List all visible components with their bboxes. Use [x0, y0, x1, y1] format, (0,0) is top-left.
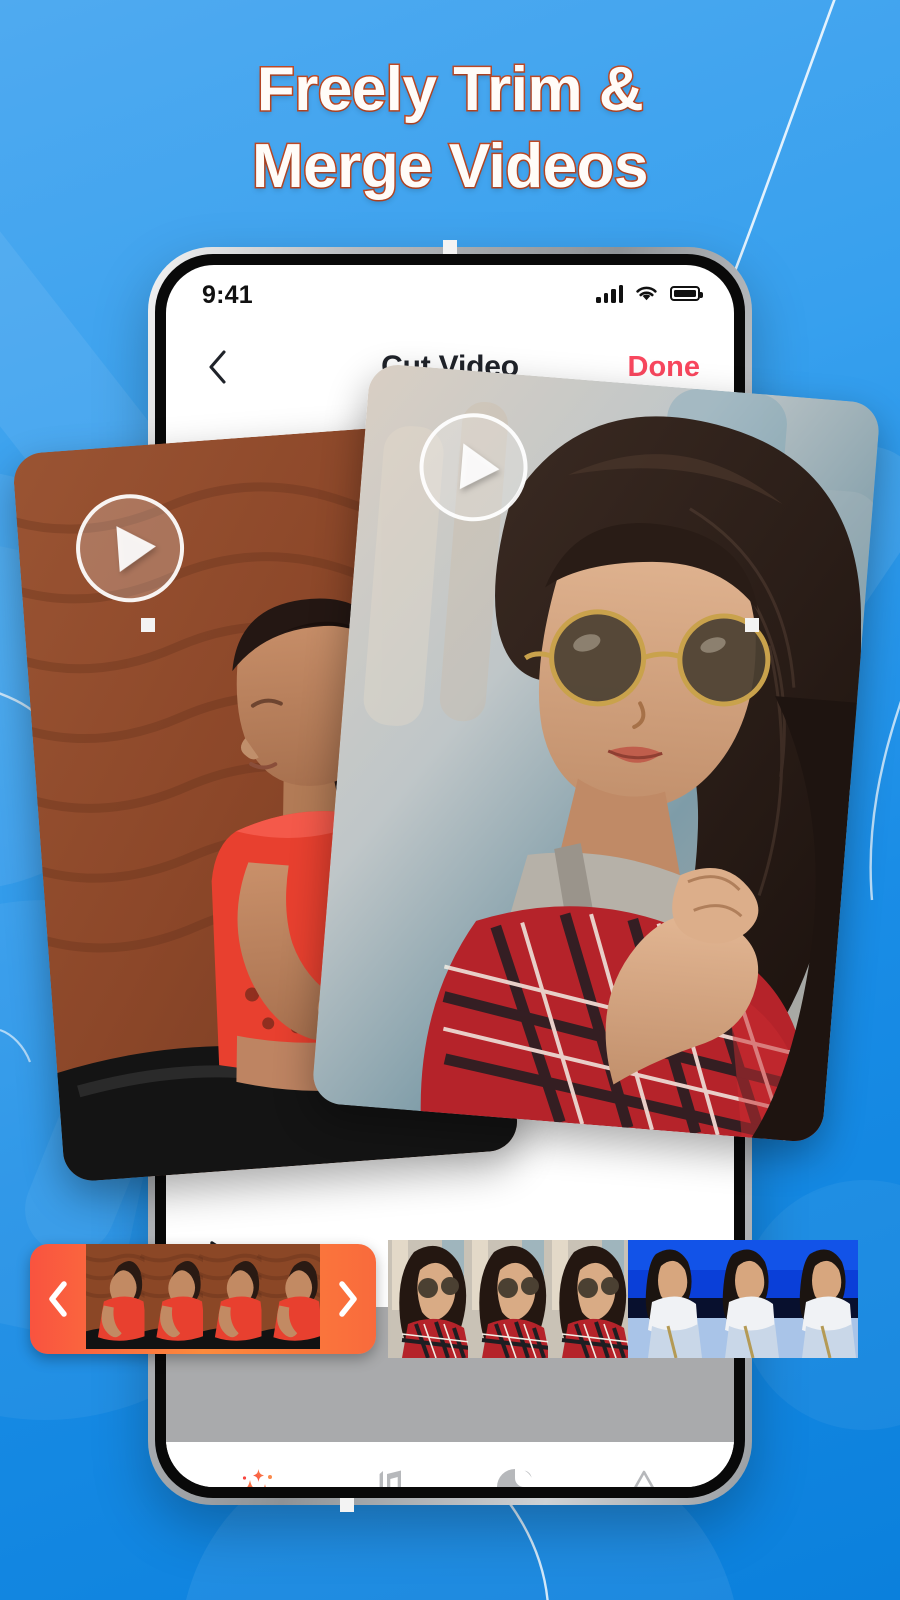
chevron-left-icon	[209, 350, 226, 384]
timeline-handle-left[interactable]	[30, 1279, 86, 1319]
tab-bar: Effect Music Sticker	[166, 1442, 734, 1487]
play-triangle-icon	[115, 523, 158, 573]
tab-text[interactable]: Text	[579, 1464, 708, 1487]
play-triangle-icon	[459, 443, 501, 493]
filmstrip-red-dress	[86, 1243, 320, 1352]
signal-bars-icon	[596, 284, 623, 303]
bezel-mark-top	[443, 240, 457, 254]
done-button[interactable]: Done	[628, 351, 701, 384]
timeline-clip-2[interactable]	[388, 1240, 628, 1358]
headline-line-2: Merge Videos	[250, 130, 650, 202]
video-card-front[interactable]	[311, 362, 881, 1144]
tab-sticker[interactable]: Sticker	[450, 1464, 579, 1487]
chevron-right-icon	[339, 1281, 357, 1317]
filmstrip-blue	[628, 1240, 858, 1358]
tab-effect[interactable]: Effect	[192, 1464, 321, 1487]
sparkles-icon	[234, 1464, 280, 1487]
timeline-handle-right[interactable]	[320, 1279, 376, 1319]
timeline-clip-selected[interactable]	[30, 1243, 376, 1355]
bezel-mark-left	[141, 618, 155, 632]
text-a-icon	[622, 1464, 666, 1487]
headline-line-1: Freely Trim &	[255, 54, 645, 126]
filmstrip-sunglasses	[388, 1240, 628, 1358]
status-icons	[596, 281, 703, 303]
sticker-circle-icon	[493, 1464, 537, 1487]
status-bar: 9:41	[166, 265, 734, 327]
timeline-clips	[30, 1236, 870, 1362]
wifi-icon	[636, 286, 657, 301]
tab-music[interactable]: Music	[321, 1464, 450, 1487]
battery-full-icon	[670, 286, 703, 301]
status-time: 9:41	[202, 281, 253, 309]
music-notes-icon	[364, 1464, 408, 1487]
timeline-selected-frames	[86, 1243, 320, 1354]
bezel-mark-bottom	[340, 1498, 354, 1512]
promo-headline: Freely Trim & Merge Videos	[0, 52, 900, 206]
back-button[interactable]	[200, 350, 234, 384]
bezel-mark-right	[745, 618, 759, 632]
video-card-front-thumbnail	[311, 362, 881, 1144]
chevron-left-icon	[49, 1281, 67, 1317]
timeline-clip-3[interactable]	[628, 1240, 858, 1358]
